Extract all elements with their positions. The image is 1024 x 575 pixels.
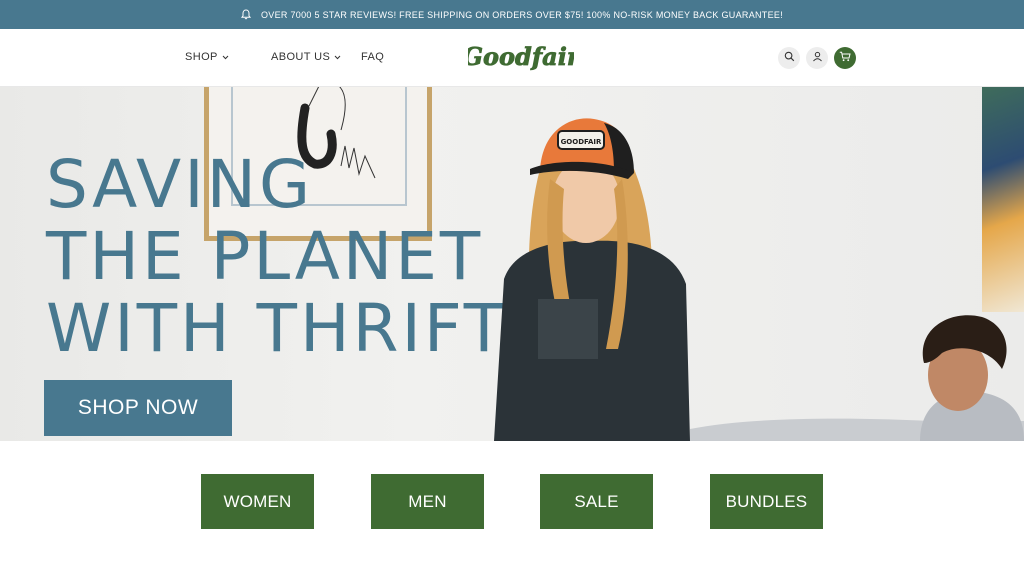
nav-faq-label: FAQ — [361, 51, 385, 63]
logo-wordmark: Goodfair — [468, 42, 574, 71]
hero-headline-line-2: THE PLANET — [46, 218, 484, 295]
nav-shop[interactable]: SHOP — [185, 51, 229, 63]
hero-banner: SAVING THE PLANET WITH THRIFT SHOP NOW G… — [0, 87, 1024, 441]
nav-about-label: ABOUT US — [271, 51, 331, 63]
nav-faq[interactable]: FAQ — [361, 51, 384, 63]
cart-button[interactable] — [834, 47, 856, 69]
nav-about-us[interactable]: ABOUT US — [271, 51, 341, 63]
bell-icon — [241, 9, 251, 20]
announcement-bar: OVER 7000 5 STAR REVIEWS! FREE SHIPPING … — [0, 0, 1024, 29]
account-icon — [812, 49, 823, 67]
category-men-button[interactable]: MEN — [371, 474, 484, 529]
hero-headline-line-1: SAVING — [46, 146, 314, 223]
hero-headline-line-3: WITH THRIFT — [46, 290, 508, 367]
model-reclining-image — [690, 315, 1024, 441]
search-button[interactable] — [778, 47, 800, 69]
nav-shop-label: SHOP — [185, 51, 218, 63]
chevron-down-icon — [334, 55, 341, 60]
shop-now-button[interactable]: SHOP NOW — [44, 380, 232, 436]
chevron-down-icon — [222, 55, 229, 60]
cart-icon — [839, 49, 851, 67]
announcement-text: OVER 7000 5 STAR REVIEWS! FREE SHIPPING … — [261, 9, 783, 20]
model-with-cap-image: GOODFAIR — [494, 118, 690, 441]
search-icon — [784, 49, 795, 67]
hero-headline: SAVING THE PLANET WITH THRIFT — [46, 149, 507, 365]
cap-patch-text: GOODFAIR — [561, 138, 602, 146]
wall-painting — [982, 87, 1024, 312]
category-sale-button[interactable]: SALE — [540, 474, 653, 529]
site-header: SHOP ABOUT US FAQ Goodfair — [0, 29, 1024, 87]
goodfair-logo[interactable]: Goodfair — [462, 40, 582, 74]
category-bundles-button[interactable]: BUNDLES — [710, 474, 823, 529]
account-button[interactable] — [806, 47, 828, 69]
category-women-button[interactable]: WOMEN — [201, 474, 314, 529]
